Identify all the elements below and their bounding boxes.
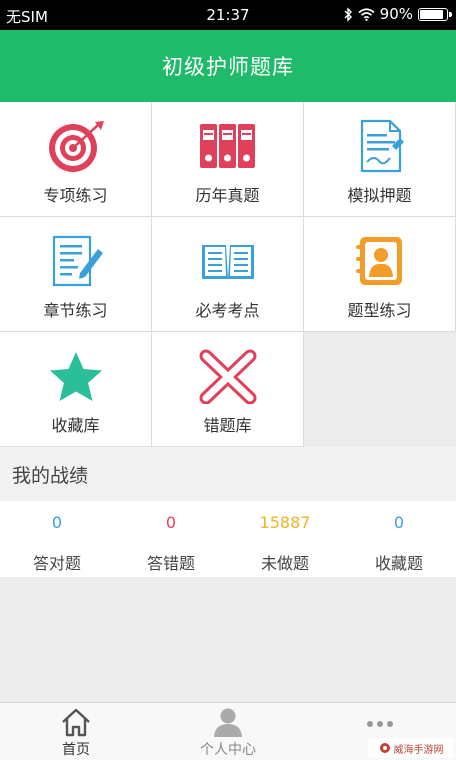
grid-item-label: 收藏库 bbox=[51, 416, 100, 435]
grid-item-label: 模拟押题 bbox=[347, 186, 412, 205]
page-title: 初级护师题库 bbox=[162, 55, 294, 79]
stat-label: 答错题 bbox=[146, 554, 195, 573]
bluetooth-icon bbox=[344, 6, 352, 22]
contact-book-icon bbox=[356, 237, 402, 285]
star-icon bbox=[50, 352, 102, 401]
stat-value: 0 bbox=[393, 513, 405, 532]
document-pen-icon bbox=[360, 119, 404, 173]
battery-icon bbox=[418, 7, 452, 21]
tab-profile[interactable]: 个人中心 bbox=[152, 703, 304, 760]
grid-item-label: 必考考点 bbox=[195, 301, 260, 320]
battery-fill bbox=[420, 9, 443, 19]
watermark-logo-icon bbox=[379, 743, 390, 753]
menu-grid: 专项练习 历年真题 模拟押题 章节练习 必考考点 题型练习 收藏库 错题库 bbox=[0, 102, 456, 447]
watermark-badge: 威海手游网 bbox=[368, 738, 454, 758]
grid-item-label: 题型练习 bbox=[347, 301, 412, 320]
status-bar: 无SIM 21:37 90% bbox=[0, 0, 456, 30]
stat-favorited[interactable]: 0 收藏题 bbox=[342, 501, 456, 577]
grid-item-label: 章节练习 bbox=[43, 301, 108, 320]
grid-item-favorites[interactable]: 收藏库 bbox=[0, 332, 152, 447]
stat-label: 答对题 bbox=[32, 554, 81, 573]
tab-label: 个人中心 bbox=[200, 742, 256, 758]
grid-item-past-exams[interactable]: 历年真题 bbox=[152, 102, 304, 217]
stat-label: 未做题 bbox=[260, 554, 309, 573]
stats-row: 0 答对题 0 答错题 15887 未做题 0 收藏题 bbox=[0, 501, 456, 577]
x-mark-icon bbox=[199, 349, 257, 404]
stat-wrong[interactable]: 0 答错题 bbox=[114, 501, 228, 577]
tab-home[interactable]: 首页 bbox=[0, 703, 152, 760]
grid-item-question-types[interactable]: 题型练习 bbox=[304, 217, 456, 332]
watermark-text: 威海手游网 bbox=[393, 744, 444, 756]
grid-item-key-points[interactable]: 必考考点 bbox=[152, 217, 304, 332]
grid-item-mock-exam[interactable]: 模拟押题 bbox=[304, 102, 456, 217]
grid-item-label: 历年真题 bbox=[195, 186, 260, 205]
more-dots-icon bbox=[367, 721, 393, 727]
grid-item-special-practice[interactable]: 专项练习 bbox=[0, 102, 152, 217]
grid-item-wrong-answers[interactable]: 错题库 bbox=[152, 332, 304, 447]
stat-value: 15887 bbox=[259, 513, 311, 532]
stats-section-title: 我的战绩 bbox=[0, 447, 456, 501]
battery-percent: 90% bbox=[379, 5, 413, 23]
wifi-icon bbox=[358, 7, 375, 21]
notepad-pen-icon bbox=[52, 235, 103, 287]
tab-label: 首页 bbox=[62, 742, 90, 758]
target-icon bbox=[49, 121, 104, 172]
grid-item-chapter-practice[interactable]: 章节练习 bbox=[0, 217, 152, 332]
grid-empty-cell bbox=[304, 332, 456, 447]
person-icon bbox=[214, 708, 242, 737]
stat-correct[interactable]: 0 答对题 bbox=[0, 501, 114, 577]
home-icon bbox=[62, 708, 90, 737]
bottom-tab-bar: 首页 个人中心 威海手游网 bbox=[0, 702, 456, 760]
open-book-icon bbox=[202, 245, 254, 279]
stat-value: 0 bbox=[51, 513, 63, 532]
status-right: 90% bbox=[344, 5, 452, 23]
binders-icon bbox=[200, 124, 255, 168]
stat-label: 收藏题 bbox=[374, 554, 423, 573]
grid-item-label: 错题库 bbox=[203, 416, 252, 435]
stat-undone[interactable]: 15887 未做题 bbox=[228, 501, 342, 577]
stat-value: 0 bbox=[165, 513, 177, 532]
app-header: 初级护师题库 bbox=[0, 30, 456, 102]
grid-item-label: 专项练习 bbox=[43, 186, 108, 205]
